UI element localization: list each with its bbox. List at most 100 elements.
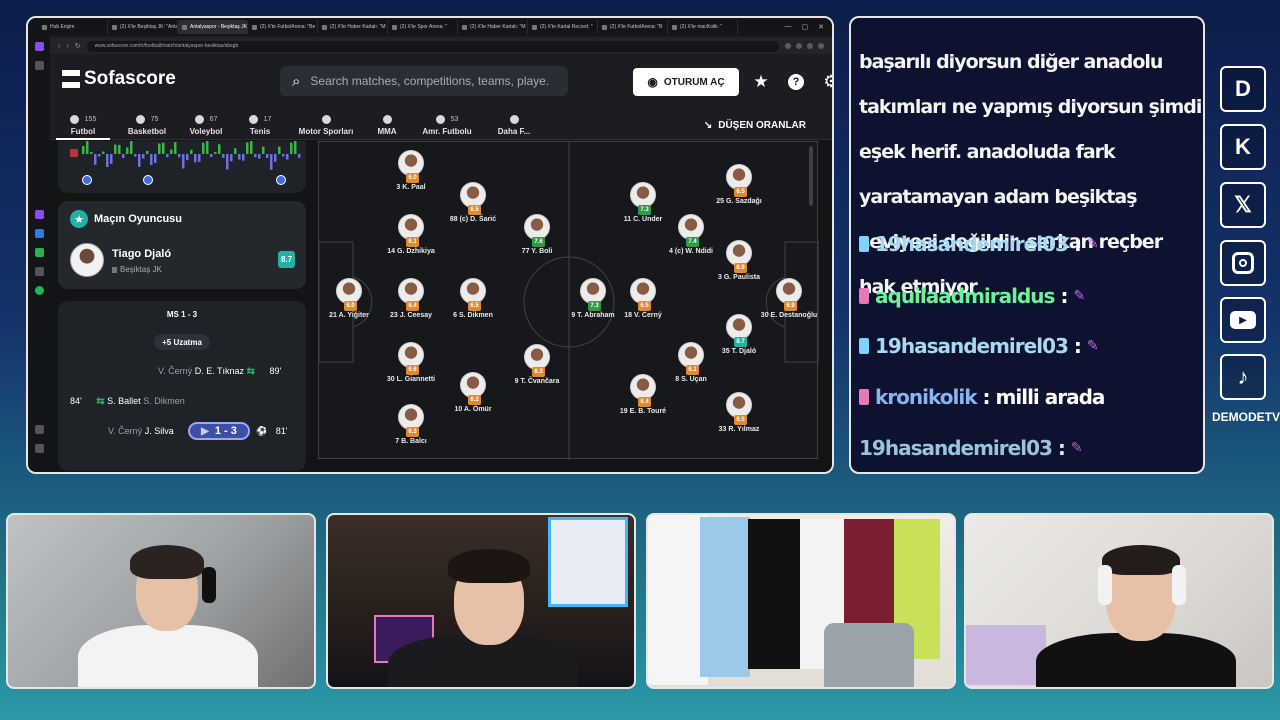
- aria-icon[interactable]: [34, 210, 44, 219]
- sport-tab[interactable]: 155 Futbol: [56, 110, 110, 140]
- sport-tab[interactable]: 53 Amr. Futbolu: [412, 110, 482, 140]
- sofascore-logo-icon: [62, 70, 80, 88]
- lineup-player[interactable]: 6.3 9 T. Čvančara: [507, 344, 567, 386]
- x-icon[interactable]: [34, 267, 44, 276]
- home-icon[interactable]: [34, 61, 44, 70]
- goal-marker-icon[interactable]: [82, 175, 92, 185]
- lineup-player[interactable]: 6.2 10 A. Ömür: [443, 372, 503, 414]
- momentum-bar: [186, 154, 189, 161]
- dlive-icon[interactable]: D: [1220, 66, 1266, 112]
- browser-tab[interactable]: (2) X'te FutbolArena: "Be: [248, 20, 318, 34]
- maximize-icon[interactable]: ▢: [802, 23, 809, 31]
- momentum-bar: [230, 154, 233, 162]
- search-input[interactable]: [310, 74, 551, 88]
- browser-tab-label: (2) X'te Spor Arena: ": [400, 24, 447, 30]
- sport-tab[interactable]: Daha F...: [490, 110, 538, 140]
- forward-icon[interactable]: ›: [66, 43, 68, 50]
- sport-tab[interactable]: 75 Basketbol: [120, 110, 174, 140]
- lineup-player[interactable]: 6.5 25 G. Sazdağı: [709, 164, 769, 206]
- motm-player-name[interactable]: Tiago Djaló: [112, 248, 171, 260]
- browser-tab[interactable]: (2) X'te Haber Kartalı: "M: [458, 20, 528, 34]
- browser-tab-label: (2) X'te Haber Kartalı: "M: [330, 24, 386, 30]
- lineup-player[interactable]: 6.5 33 R. Yılmaz: [709, 392, 769, 434]
- lineup-player[interactable]: 6.0 3 K. Paal: [381, 150, 441, 192]
- scrollbar[interactable]: [809, 146, 813, 206]
- browser-tab[interactable]: (2) X'te macKolik: ": [668, 20, 738, 34]
- extension-icon[interactable]: [796, 43, 802, 49]
- extension-icon[interactable]: [785, 43, 791, 49]
- player-rating: 6.5: [468, 301, 481, 311]
- lineup-player[interactable]: 6.5 88 (c) D. Šarić: [443, 182, 503, 224]
- help-icon[interactable]: ?: [786, 72, 806, 92]
- back-icon[interactable]: ‹: [58, 43, 60, 50]
- player-rating: 7.4: [686, 237, 699, 247]
- goal-marker-icon[interactable]: [143, 175, 153, 185]
- lineup-player[interactable]: 6.3 7 B. Balcı: [381, 404, 441, 446]
- browser-tab[interactable]: Antalyaspor - Beşiktaş JK: [178, 20, 248, 34]
- favorites-star-icon[interactable]: ★: [751, 72, 771, 92]
- momentum-bar: [214, 151, 217, 154]
- goal-marker-icon[interactable]: [276, 175, 286, 185]
- spotify-icon[interactable]: [34, 286, 44, 295]
- lineup-player[interactable]: 6.9 30 E. Destanoğlu: [759, 278, 819, 320]
- browser-tab[interactable]: (2) X'te Spor Arena: ": [388, 20, 458, 34]
- extension-icon[interactable]: [818, 43, 824, 49]
- momentum-bar: [82, 146, 85, 154]
- sport-tab[interactable]: Motor Sporları: [290, 110, 362, 140]
- lineup-player[interactable]: 6.6 30 L. Giannetti: [381, 342, 441, 384]
- lineup-player[interactable]: 6.5 18 V. Černý: [613, 278, 673, 320]
- sport-tab[interactable]: 17 Tenis: [238, 110, 282, 140]
- tiktok-icon[interactable]: ♪: [1220, 354, 1266, 400]
- player-rating: 6.3: [406, 427, 419, 437]
- player-avatar: 6.0: [398, 150, 424, 183]
- sport-tab[interactable]: 67 Voleybol: [180, 110, 232, 140]
- url-field[interactable]: www.sofascore.com/tr/football/match/anta…: [86, 40, 779, 52]
- settings-gear-icon[interactable]: ⚙: [821, 72, 832, 92]
- lineup-player[interactable]: 8.7 35 T. Djaló: [709, 314, 769, 356]
- extension-icon[interactable]: [807, 43, 813, 49]
- dropping-odds-link[interactable]: ↘ DÜŞEN ORANLAR: [704, 120, 806, 131]
- sofascore-logo[interactable]: Sofascore: [62, 68, 176, 90]
- search-box[interactable]: ⌕: [280, 66, 568, 96]
- motm-rating: 8.7: [278, 251, 295, 268]
- event-row[interactable]: 84' ⇆ S. Ballet S. Dikmen: [70, 396, 185, 407]
- messenger-icon[interactable]: [34, 229, 44, 238]
- browser-tab[interactable]: Hub Erişim: [38, 20, 108, 34]
- browser-tab[interactable]: (2) X'te Haber Kartalı: "M: [318, 20, 388, 34]
- event-row[interactable]: V. Černý D. E. Tıknaz ⇆ 89': [158, 366, 281, 377]
- substitution-icon: ⇆: [96, 396, 105, 407]
- minimize-icon[interactable]: —: [785, 23, 792, 31]
- player-rating: 7.6: [532, 237, 545, 247]
- login-button[interactable]: ◉ OTURUM AÇ: [633, 68, 739, 96]
- heart-icon[interactable]: [34, 425, 44, 434]
- lineup-player[interactable]: 7.6 77 Y. Boli: [507, 214, 567, 256]
- opera-icon[interactable]: [34, 42, 44, 51]
- close-icon[interactable]: ✕: [818, 23, 824, 31]
- reload-icon[interactable]: ↻: [75, 42, 81, 50]
- player-rating: 6.2: [468, 395, 481, 405]
- browser-tab[interactable]: (2) X'te Kartal Record: ": [528, 20, 598, 34]
- lineup-player[interactable]: 6.4 23 J. Ceesay: [381, 278, 441, 320]
- browser-tab[interactable]: (2) X'te FutbolArena: "B: [598, 20, 668, 34]
- event-row[interactable]: V. Černý J. Silva: [108, 426, 174, 436]
- sport-tab[interactable]: MMA: [368, 110, 406, 140]
- player-of-the-match-card[interactable]: ★ Maçın Oyuncusu Tiago Djaló Beşiktaş JK…: [58, 201, 306, 289]
- player-avatar: 6.5: [630, 278, 656, 311]
- goal-score-pill[interactable]: ▶ 1 - 3: [188, 422, 250, 440]
- momentum-bar: [278, 146, 281, 154]
- instagram-icon[interactable]: [1220, 240, 1266, 286]
- lineup-player[interactable]: 6.5 6 S. Dikmen: [443, 278, 503, 320]
- browser-tab[interactable]: (2) X'te Beşiktaş JK: "Antal: [108, 20, 178, 34]
- history-icon[interactable]: [34, 444, 44, 453]
- player-name: 77 Y. Boli: [521, 248, 553, 255]
- momentum-bar: [166, 154, 169, 158]
- sport-icon: [69, 114, 79, 124]
- youtube-icon[interactable]: ▶: [1220, 297, 1266, 343]
- lineup-player[interactable]: 6.1 14 G. Dzhikiya: [381, 214, 441, 256]
- whatsapp-icon[interactable]: [34, 248, 44, 257]
- kick-icon[interactable]: K: [1220, 124, 1266, 170]
- x-icon[interactable]: 𝕏: [1220, 182, 1266, 228]
- lineup-player[interactable]: 6.9 3 G. Paulista: [709, 240, 769, 282]
- match-content: ★ Maçın Oyuncusu Tiago Djaló Beşiktaş JK…: [50, 141, 832, 472]
- lineup-player[interactable]: 6.0 21 A. Yiğiter: [319, 278, 379, 320]
